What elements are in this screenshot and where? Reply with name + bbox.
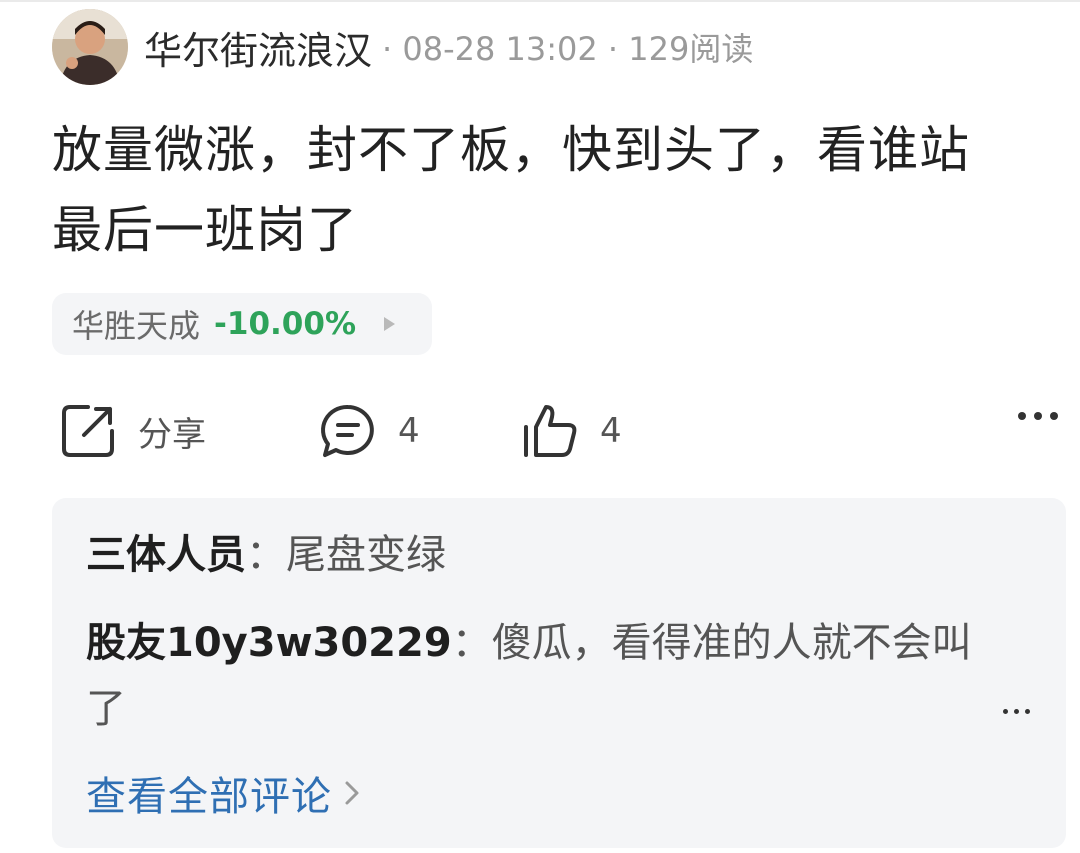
post-text-line: 最后一班岗了 [52, 201, 358, 259]
more-options-button[interactable] [1018, 412, 1058, 420]
post-text-line: 放量微涨，封不了板，快到头了，看谁站 [52, 121, 970, 179]
post-meta: · 08-28 13:02 · 129阅读 [382, 30, 754, 68]
view-all-label: 查看全部评论 [86, 774, 332, 820]
comment-item[interactable]: 三体人员：尾盘变绿 [86, 522, 1006, 588]
comment-separator: ： [246, 532, 286, 578]
dot-icon [1025, 709, 1030, 714]
dot-icon [1034, 412, 1042, 420]
stock-change: -10.00% [214, 306, 356, 342]
post-body: 放量微涨，封不了板，快到头了，看谁站 最后一班岗了 [52, 110, 1052, 270]
like-count: 4 [600, 411, 622, 451]
dot-icon [1003, 709, 1008, 714]
thumbs-up-icon [524, 405, 577, 457]
view-all-comments-link[interactable]: 查看全部评论 [86, 764, 360, 822]
comment-item[interactable]: 股友10y3w30229：傻瓜，看得准的人就不会叫了 [86, 610, 1006, 742]
dot-icon [1018, 412, 1026, 420]
top-divider [0, 0, 1080, 2]
share-icon [62, 405, 114, 457]
dot-icon [1050, 412, 1058, 420]
comment-separator: ： [451, 620, 492, 666]
author-name[interactable]: 华尔街流浪汉 [144, 20, 372, 75]
comment-icon [321, 404, 374, 457]
like-button[interactable]: 4 [520, 398, 622, 464]
action-bar: 分享 4 4 [0, 398, 1080, 464]
comment-author[interactable]: 三体人员 [86, 532, 246, 578]
post-header: 华尔街流浪汉 · 08-28 13:02 · 129阅读 [52, 9, 754, 85]
dot-icon [1014, 709, 1019, 714]
share-button[interactable]: 分享 [58, 398, 206, 464]
stock-name: 华胜天成 [72, 307, 201, 345]
comment-author[interactable]: 股友10y3w30229 [86, 620, 452, 666]
avatar[interactable] [52, 9, 128, 85]
comment-more-button[interactable] [1003, 709, 1030, 714]
comment-count: 4 [398, 411, 420, 451]
comment-button[interactable]: 4 [318, 398, 420, 464]
comments-preview: 三体人员：尾盘变绿 股友10y3w30229：傻瓜，看得准的人就不会叫了 查看全… [52, 498, 1066, 848]
share-label: 分享 [138, 414, 206, 455]
comment-text: 尾盘变绿 [286, 532, 446, 578]
chevron-right-icon [345, 781, 359, 805]
chevron-right-icon [384, 317, 395, 331]
stock-chip[interactable]: 华胜天成 -10.00% [52, 293, 432, 355]
